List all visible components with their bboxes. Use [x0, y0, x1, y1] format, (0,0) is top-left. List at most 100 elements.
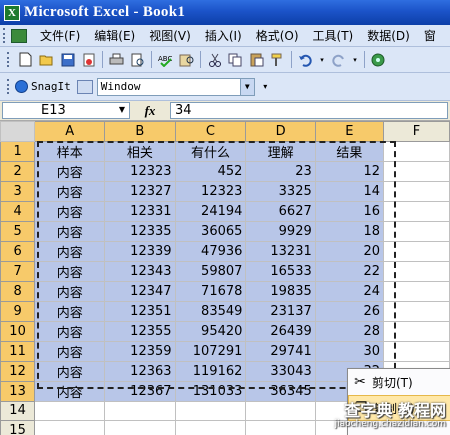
research-icon[interactable]	[178, 51, 195, 68]
formula-input[interactable]: 34	[170, 102, 448, 119]
cell[interactable]: 内容	[34, 160, 106, 182]
menu-edit[interactable]: 编辑(E)	[87, 25, 142, 46]
snagit-capture-icon[interactable]	[76, 79, 93, 94]
column-header-f[interactable]: F	[382, 121, 450, 142]
cell[interactable]: 14	[314, 180, 384, 202]
cell[interactable]: 452	[174, 160, 247, 182]
cell[interactable]: 16533	[245, 260, 316, 282]
new-icon[interactable]	[17, 51, 34, 68]
cell[interactable]: 26439	[245, 320, 316, 342]
cell[interactable]	[104, 400, 176, 421]
column-header-c[interactable]: C	[174, 121, 247, 142]
workbook-icon[interactable]	[11, 28, 27, 43]
cell[interactable]: 131033	[174, 380, 247, 402]
menu-format[interactable]: 格式(O)	[249, 25, 306, 46]
cell[interactable]	[174, 400, 247, 421]
open-icon[interactable]	[38, 51, 55, 68]
cell[interactable]: 83549	[174, 300, 247, 322]
cell[interactable]: 95420	[174, 320, 247, 342]
cell[interactable]	[382, 280, 450, 302]
cell[interactable]: 内容	[34, 380, 106, 402]
excel-app-icon[interactable]: X	[4, 4, 20, 21]
print-icon[interactable]	[108, 51, 125, 68]
cell[interactable]: 47936	[174, 240, 247, 262]
row-header[interactable]: 5	[0, 220, 36, 242]
cell[interactable]: 12323	[104, 160, 176, 182]
cell[interactable]: 内容	[34, 200, 106, 222]
cell[interactable]: 24	[314, 280, 384, 302]
row-header[interactable]: 6	[0, 240, 36, 262]
cell[interactable]: 119162	[174, 360, 247, 382]
cell[interactable]: 12331	[104, 200, 176, 222]
permission-icon[interactable]	[80, 51, 97, 68]
cell[interactable]: 18	[314, 220, 384, 242]
row-header[interactable]: 8	[0, 280, 36, 302]
cell[interactable]: 24194	[174, 200, 247, 222]
cell[interactable]: 19835	[245, 280, 316, 302]
cell[interactable]: 28	[314, 320, 384, 342]
row-header[interactable]: 13	[0, 380, 36, 402]
cell[interactable]	[382, 220, 450, 242]
cell[interactable]: 内容	[34, 340, 106, 362]
cell[interactable]	[382, 260, 450, 282]
context-menu-cut[interactable]: ✂ 剪切(T)	[348, 369, 450, 395]
snagit-button[interactable]: SnagIt	[15, 80, 71, 93]
cell[interactable]: 12343	[104, 260, 176, 282]
capture-mode-select[interactable]: Window ▼	[96, 77, 255, 96]
row-header[interactable]: 4	[0, 200, 36, 222]
cell[interactable]: 内容	[34, 360, 106, 382]
print-preview-icon[interactable]	[129, 51, 146, 68]
undo-dropdown-icon[interactable]: ▾	[318, 51, 326, 68]
cell[interactable]: 107291	[174, 340, 247, 362]
row-header[interactable]: 2	[0, 160, 36, 182]
cell[interactable]: 23	[245, 160, 316, 182]
toolbar-options-icon[interactable]: ▾	[257, 78, 274, 95]
menu-data[interactable]: 数据(D)	[360, 25, 417, 46]
cell[interactable]: 12323	[174, 180, 247, 202]
snagit-toolbar-grip[interactable]	[7, 79, 12, 94]
cell[interactable]: 内容	[34, 220, 106, 242]
spelling-icon[interactable]: ABC	[157, 51, 174, 68]
format-painter-icon[interactable]	[269, 51, 286, 68]
column-header-b[interactable]: B	[104, 121, 176, 142]
row-header[interactable]: 3	[0, 180, 36, 202]
cell[interactable]: 12351	[104, 300, 176, 322]
cell[interactable]: 样本	[34, 140, 106, 162]
cell[interactable]	[174, 420, 247, 435]
select-all-corner[interactable]	[0, 121, 36, 142]
save-icon[interactable]	[59, 51, 76, 68]
cell[interactable]: 内容	[34, 260, 106, 282]
cell[interactable]: 20	[314, 240, 384, 262]
menu-view[interactable]: 视图(V)	[142, 25, 198, 46]
cell[interactable]: 12347	[104, 280, 176, 302]
undo-icon[interactable]	[297, 51, 314, 68]
cell[interactable]: 36065	[174, 220, 247, 242]
cell[interactable]: 内容	[34, 300, 106, 322]
cell[interactable]	[104, 420, 176, 435]
cell[interactable]: 23137	[245, 300, 316, 322]
menubar-grip[interactable]	[3, 28, 8, 43]
cell[interactable]	[382, 140, 450, 162]
cell[interactable]: 30	[314, 340, 384, 362]
cell[interactable]: 12335	[104, 220, 176, 242]
cell[interactable]: 26	[314, 300, 384, 322]
row-header[interactable]: 11	[0, 340, 36, 362]
redo-dropdown-icon[interactable]: ▾	[351, 51, 359, 68]
cell[interactable]: 内容	[34, 240, 106, 262]
cell[interactable]: 12359	[104, 340, 176, 362]
column-header-e[interactable]: E	[314, 121, 384, 142]
cell[interactable]	[382, 160, 450, 182]
chevron-down-icon[interactable]: ▼	[119, 105, 125, 114]
cell[interactable]: 内容	[34, 180, 106, 202]
cell[interactable]	[382, 180, 450, 202]
menu-window[interactable]: 窗	[417, 25, 443, 46]
row-header[interactable]: 12	[0, 360, 36, 382]
cell[interactable]	[34, 420, 106, 435]
name-box[interactable]: E13 ▼	[2, 102, 130, 119]
row-header[interactable]: 10	[0, 320, 36, 342]
row-header[interactable]: 14	[0, 400, 36, 421]
menu-insert[interactable]: 插入(I)	[198, 25, 249, 46]
cell[interactable]: 12363	[104, 360, 176, 382]
cell[interactable]: 33043	[245, 360, 316, 382]
column-header-a[interactable]: A	[34, 121, 106, 142]
